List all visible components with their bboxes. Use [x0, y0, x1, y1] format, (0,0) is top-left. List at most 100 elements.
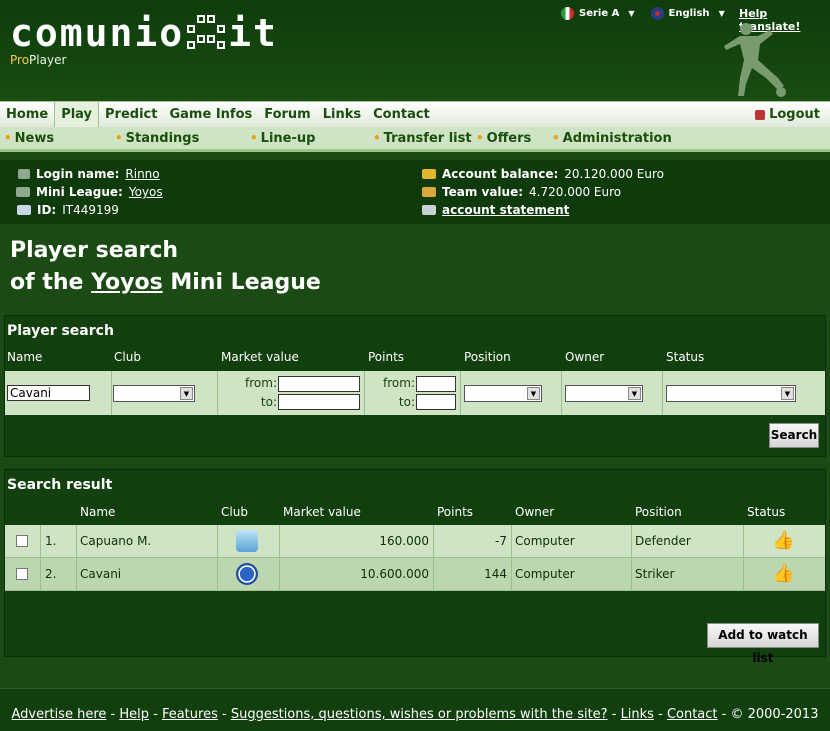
market-value-to-input[interactable]	[278, 394, 360, 410]
thumbs-up-icon: 👍	[772, 530, 795, 551]
footer-link-contact[interactable]: Contact	[667, 707, 718, 722]
id-row: ID: IT449199	[17, 203, 119, 217]
site-footer: Advertise here - Help - Features - Sugge…	[0, 688, 830, 731]
table-row[interactable]: 2. Cavani 10.600.000 144 Computer Strike…	[5, 558, 825, 591]
user-icon	[18, 169, 30, 179]
chevron-down-icon: ▼	[180, 387, 193, 400]
points-from-input[interactable]	[416, 376, 456, 392]
mini-league-row: Mini League: Yoyos	[16, 185, 163, 199]
logout-label: Logout	[769, 107, 820, 122]
bullet-icon: •	[373, 131, 381, 145]
chevron-down-icon: ▼	[527, 387, 540, 400]
market-value-from-input[interactable]	[278, 376, 360, 392]
position-select[interactable]: ▼	[464, 385, 542, 402]
footer-link-help[interactable]: Help	[119, 707, 149, 722]
player-name[interactable]: Cavani	[80, 558, 121, 591]
chevron-down-icon: ▼	[718, 9, 725, 18]
logo-sub-pro: Pro	[10, 53, 30, 67]
logo-sub-player: Player	[29, 53, 67, 67]
row-checkbox[interactable]	[16, 568, 28, 580]
league-selector[interactable]: Serie A ▼	[561, 7, 635, 20]
login-name-row: Login name: Rinno	[18, 167, 160, 181]
search-result-panel: Search result Name Club Market value Poi…	[4, 469, 826, 665]
sub-navigation: • News • Standings • Line-up • Transfer list…	[0, 127, 830, 152]
logo-dots-icon	[187, 15, 226, 49]
id-card-icon	[17, 205, 31, 215]
login-name-link[interactable]: Rinno	[125, 167, 159, 181]
logout-icon	[755, 110, 766, 120]
bullet-icon: •	[476, 131, 484, 145]
statement-icon	[422, 205, 436, 215]
add-to-watch-list-button[interactable]: Add to watch list	[707, 623, 819, 665]
logo-suffix: it	[228, 11, 278, 55]
main-navigation: Home Play Predict Game Infos Forum Links…	[0, 101, 830, 128]
italy-flag-icon	[561, 7, 574, 20]
subnav-standings[interactable]: • Standings	[115, 127, 199, 149]
language-selector[interactable]: English ▼	[650, 7, 725, 20]
footer-link-suggestions[interactable]: Suggestions, questions, wishes or proble…	[231, 707, 608, 722]
nav-game-infos[interactable]: Game Infos	[163, 102, 258, 128]
player-search-panel: Player search Name Club Market value Poi…	[4, 315, 826, 457]
search-button[interactable]: Search	[769, 423, 819, 448]
uk-flag-icon	[650, 7, 664, 20]
table-row[interactable]: 1. Capuano M. 160.000 -7 Computer Defend…	[5, 525, 825, 558]
team-value-row: Team value: 4.720.000 Euro	[422, 185, 621, 199]
account-balance-row: Account balance: 20.120.000 Euro	[422, 167, 664, 181]
nav-play[interactable]: Play	[54, 101, 100, 128]
locale-selectors: Serie A ▼ English ▼	[561, 7, 725, 20]
heading-league-link[interactable]: Yoyos	[91, 270, 163, 295]
logo-text: comunio	[10, 11, 185, 55]
result-column-headers: Name Club Market value Points Owner Posi…	[80, 505, 786, 519]
club-select[interactable]: ▼	[113, 385, 195, 402]
subnav-offers[interactable]: • Offers	[476, 127, 531, 149]
language-selector-label: English	[668, 8, 710, 19]
subnav-administration[interactable]: • Administration	[552, 127, 672, 149]
nav-home[interactable]: Home	[0, 102, 54, 128]
logout-button[interactable]: Logout	[755, 102, 820, 128]
subnav-news[interactable]: • News	[4, 127, 54, 149]
league-selector-label: Serie A	[579, 8, 620, 19]
panel-title: Search result	[5, 470, 825, 498]
footballer-silhouette-icon	[724, 23, 786, 97]
footer-link-features[interactable]: Features	[162, 707, 218, 722]
row-checkbox[interactable]	[16, 535, 28, 547]
panel-title: Player search	[5, 316, 825, 344]
footer-link-links[interactable]: Links	[621, 707, 654, 722]
club-crest-icon	[236, 563, 258, 585]
bullet-icon: •	[552, 131, 560, 145]
nav-forum[interactable]: Forum	[258, 102, 317, 128]
money-icon	[422, 169, 436, 179]
owner-select[interactable]: ▼	[565, 385, 643, 402]
search-fields-row: Cavani ▼ from: to: from: to: ▼ ▼ ▼	[5, 371, 825, 415]
site-header: comunio it ProPlayer Serie A ▼ English ▼	[0, 0, 830, 101]
footer-link-advertise[interactable]: Advertise here	[12, 707, 107, 722]
subnav-line-up[interactable]: • Line-up	[250, 127, 315, 149]
bullet-icon: •	[4, 131, 12, 145]
account-statement-row: account statement	[422, 203, 569, 217]
chevron-down-icon: ▼	[628, 387, 641, 400]
site-logo[interactable]: comunio it ProPlayer	[10, 14, 278, 67]
club-crest-icon	[236, 530, 258, 552]
thumbs-up-icon: 👍	[772, 563, 795, 584]
player-name[interactable]: Capuano M.	[80, 525, 151, 558]
bullet-icon: •	[115, 131, 123, 145]
owner-link[interactable]: Computer	[515, 525, 575, 558]
nav-contact[interactable]: Contact	[367, 102, 436, 128]
mini-league-link[interactable]: Yoyos	[129, 185, 163, 199]
group-icon	[16, 187, 30, 197]
chevron-down-icon: ▼	[628, 9, 635, 18]
owner-link[interactable]: Computer	[515, 558, 575, 591]
account-statement-link[interactable]: account statement	[442, 203, 569, 217]
coins-icon	[422, 187, 436, 197]
nav-links[interactable]: Links	[317, 102, 367, 128]
status-select[interactable]: ▼	[666, 385, 796, 402]
nav-predict[interactable]: Predict	[99, 102, 163, 128]
bullet-icon: •	[250, 131, 258, 145]
page-title: Player search of the Yoyos Mini League	[10, 238, 321, 295]
account-info: Login name: Rinno Mini League: Yoyos ID:…	[0, 160, 830, 224]
chevron-down-icon: ▼	[781, 387, 794, 400]
points-to-input[interactable]	[416, 394, 456, 410]
name-input[interactable]: Cavani	[7, 385, 90, 401]
subnav-transfer-list[interactable]: • Transfer list	[373, 127, 472, 149]
footer-copyright: © 2000-2013	[730, 707, 819, 722]
